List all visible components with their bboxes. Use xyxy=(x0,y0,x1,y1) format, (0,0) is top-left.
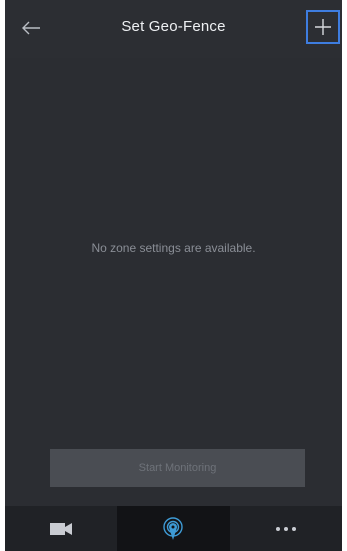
back-button[interactable] xyxy=(17,14,45,42)
page-title: Set Geo-Fence xyxy=(121,18,226,35)
add-zone-button[interactable] xyxy=(306,10,340,44)
app-screen: Set Geo-Fence No zone settings are avail… xyxy=(5,0,342,551)
header-bar: Set Geo-Fence xyxy=(5,0,342,58)
tab-more[interactable] xyxy=(230,506,342,551)
more-icon xyxy=(275,526,296,531)
bottom-tab-bar xyxy=(5,506,342,551)
geofence-icon xyxy=(163,516,184,540)
empty-state-message: No zone settings are available. xyxy=(91,241,256,255)
start-monitoring-button[interactable]: Start Monitoring xyxy=(50,449,305,487)
arrow-left-icon xyxy=(22,21,40,35)
plus-icon xyxy=(315,19,331,35)
tab-video[interactable] xyxy=(5,506,117,551)
zone-list-area: No zone settings are available. Start Mo… xyxy=(5,58,342,506)
video-camera-icon xyxy=(50,522,73,535)
tab-geofence[interactable] xyxy=(117,506,230,551)
